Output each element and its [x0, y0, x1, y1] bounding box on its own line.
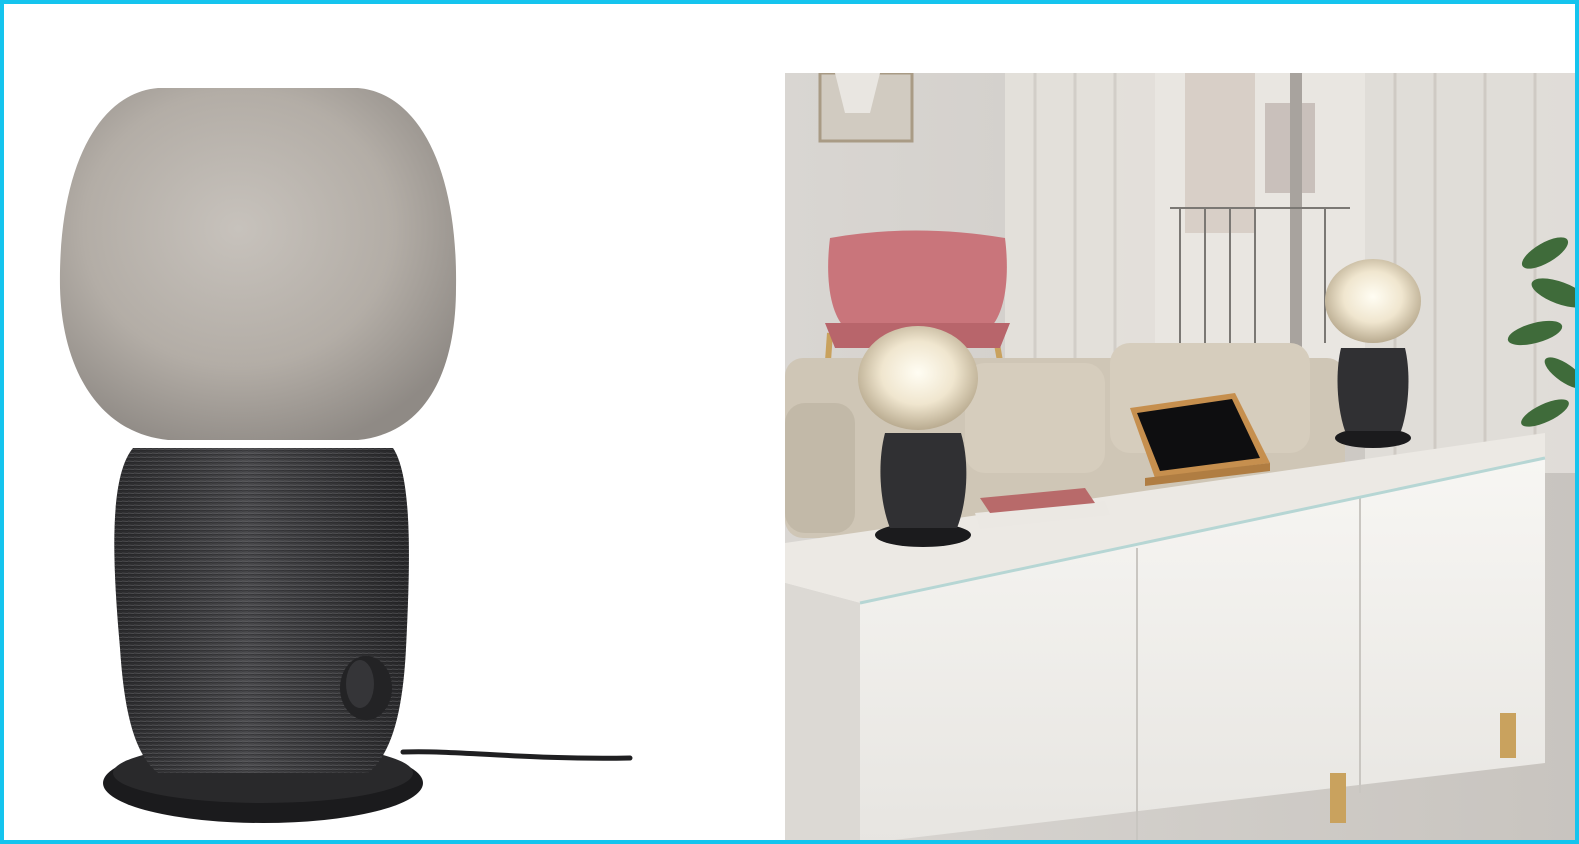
product-photo — [8, 8, 768, 840]
lamp-shade — [59, 88, 457, 440]
image-frame — [0, 0, 1579, 844]
room-photo — [785, 73, 1575, 840]
power-cord — [400, 749, 633, 761]
